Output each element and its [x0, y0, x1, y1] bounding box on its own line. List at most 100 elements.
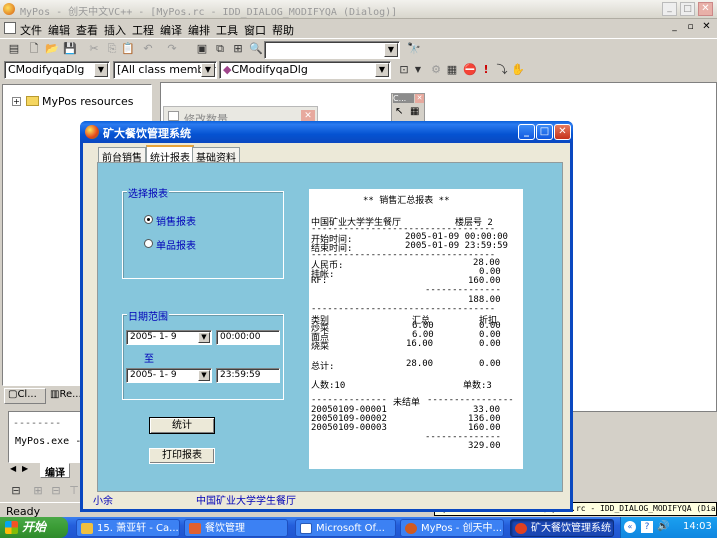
report-bill-no: 20050109-00003	[311, 423, 387, 433]
chevron-down-icon[interactable]: ▼	[198, 370, 210, 381]
chevron-down-icon[interactable]: ▼	[384, 43, 398, 57]
chevron-down-icon[interactable]: ▼	[201, 63, 215, 77]
app-window: 矿大餐饮管理系统 _ □ ✕ 前台销售 统计报表 基础资料 选择报表 销售报表 …	[80, 121, 573, 512]
align-right-icon[interactable]: ⊟	[46, 482, 66, 500]
date-range-label: 日期范围	[127, 308, 169, 323]
report-row-cat: 烧菜	[311, 342, 330, 352]
close-button[interactable]: ✕	[554, 124, 571, 140]
tab-base-data[interactable]: 基础资料	[192, 147, 240, 164]
menu-tools[interactable]: 工具	[216, 22, 238, 38]
to-label: 至	[144, 354, 154, 365]
tab-front-sales[interactable]: 前台销售	[98, 147, 146, 164]
scroll-right-icon[interactable]: ▶	[22, 464, 28, 473]
time-from-field[interactable]: 00:00:00	[216, 330, 280, 345]
report-total-disc: 0.00	[479, 359, 501, 369]
picture-icon[interactable]: ▦	[410, 106, 419, 117]
radio-item[interactable]	[144, 239, 153, 248]
select-report-group: 选择报表 销售报表 单品报表	[122, 185, 284, 279]
radio-sales[interactable]	[144, 215, 153, 224]
menu-help[interactable]: 帮助	[272, 22, 294, 38]
mdi-restore-button[interactable]: ▫	[684, 22, 697, 34]
undo-icon[interactable]: ↶	[138, 40, 158, 58]
build-icon[interactable]: ▦	[442, 61, 462, 79]
mdi-minimize-button[interactable]: _	[668, 22, 681, 34]
paste-icon[interactable]: 📋	[118, 40, 138, 58]
tab-build[interactable]: 编译	[40, 463, 70, 479]
redo-icon[interactable]: ↷	[162, 40, 182, 58]
report-preview: ** 销售汇总报表 ** 中国矿业大学学生餐厅 楼层号 2 ----------…	[309, 189, 523, 469]
menu-window[interactable]: 窗口	[244, 22, 266, 38]
find-binoculars-icon[interactable]: 🔭	[404, 40, 424, 58]
maximize-button[interactable]: □	[536, 124, 553, 140]
report-rf-label: RF:	[311, 276, 328, 286]
find-in-files-icon[interactable]: ⧉	[210, 40, 230, 58]
task-catering[interactable]: 餐饮管理	[184, 519, 288, 537]
chevron-down-icon[interactable]: ▼	[375, 63, 389, 77]
close-icon[interactable]: ✕	[415, 94, 424, 103]
function-combo[interactable]: ◆CModifyqaDlg ▼	[219, 61, 391, 79]
report-row-total: 16.00	[406, 339, 434, 349]
tray-expand-icon[interactable]: «	[624, 521, 636, 533]
radio-item-label[interactable]: 单品报表	[156, 237, 196, 252]
start-button[interactable]: 开始	[0, 517, 68, 538]
output-icon[interactable]: ⊞	[228, 40, 248, 58]
menu-file[interactable]: 文件	[20, 22, 42, 38]
app-icon	[3, 3, 15, 15]
window-list-icon[interactable]: ▣	[192, 40, 212, 58]
minimize-button[interactable]: _	[662, 2, 677, 16]
report-unsettled: 未结单	[393, 398, 421, 408]
tab-classview[interactable]: ▢Cl...	[4, 388, 46, 404]
chevron-down-icon[interactable]: ▼	[198, 332, 210, 343]
volume-icon[interactable]: 🔊	[657, 521, 669, 532]
open-folder-icon[interactable]: 📂	[42, 40, 62, 58]
pointer-icon[interactable]: ↖	[395, 106, 403, 117]
align-left-icon[interactable]: ⊞	[28, 482, 48, 500]
menu-build[interactable]: 编译	[160, 22, 182, 38]
menu-view[interactable]: 查看	[76, 22, 98, 38]
tree-root[interactable]: MyPos resources	[42, 95, 134, 108]
word-icon	[300, 523, 312, 534]
cut-icon[interactable]: ✂	[84, 40, 104, 58]
minimize-button[interactable]: _	[518, 124, 535, 140]
menu-layout[interactable]: 编排	[188, 22, 210, 38]
expand-tree-icon[interactable]: +	[12, 97, 21, 106]
workspace-icon[interactable]: ▤	[4, 40, 24, 58]
scroll-left-icon[interactable]: ◀	[10, 464, 16, 473]
restore-button[interactable]: □	[680, 2, 695, 16]
save-icon[interactable]: 💾	[60, 40, 80, 58]
task-word[interactable]: Microsoft Of...	[295, 519, 396, 537]
footer-user: 小余	[93, 496, 113, 507]
report-orders: 单数:3	[463, 381, 492, 391]
close-button[interactable]: ✕	[698, 2, 713, 16]
menu-project[interactable]: 工程	[132, 22, 154, 38]
menu-insert[interactable]: 插入	[104, 22, 126, 38]
date-from-picker[interactable]: 2005- 1- 9 ▼	[126, 330, 212, 345]
report-bills-total: 329.00	[468, 441, 501, 451]
report-total-value: 28.00	[406, 359, 434, 369]
date-to-picker[interactable]: 2005- 1- 9 ▼	[126, 368, 212, 383]
mdi-close-button[interactable]: ✕	[700, 21, 713, 33]
members-combo[interactable]: [All class members] ▼	[113, 61, 217, 79]
tab-reports[interactable]: 统计报表	[146, 145, 194, 164]
chevron-down-icon[interactable]: ▼	[94, 63, 108, 77]
search-icon[interactable]: 🔍	[246, 40, 266, 58]
help-icon[interactable]: ?	[641, 521, 653, 533]
breakpoint-icon[interactable]: ✋	[508, 61, 528, 79]
task-app-active[interactable]: 矿大餐饮管理系统	[510, 519, 614, 537]
time-to-field[interactable]: 23:59:59	[216, 368, 280, 383]
footer-org: 中国矿业大学学生餐厅	[196, 496, 296, 507]
app-titlebar: 矿大餐饮管理系统 _ □ ✕	[80, 121, 573, 143]
radio-sales-label[interactable]: 销售报表	[156, 213, 196, 228]
menu-bar: 文件 编辑 查看 插入 工程 编译 编排 工具 窗口 帮助 _ ▫ ✕	[0, 20, 717, 37]
windows-logo-icon	[5, 521, 18, 534]
align-icon[interactable]: ⊟	[6, 482, 26, 500]
stats-button[interactable]: 统计	[149, 417, 215, 434]
task-music[interactable]: 15. 萧亚轩 - Ca...	[76, 519, 180, 537]
class-combo[interactable]: CModifyqaDlg ▼	[4, 61, 110, 79]
task-vc[interactable]: MyPos - 创天中...	[400, 519, 504, 537]
find-combo[interactable]: ▼	[264, 41, 400, 59]
new-file-icon[interactable]: 🗋	[24, 40, 44, 58]
print-report-button[interactable]: 打印报表	[149, 448, 215, 464]
menu-edit[interactable]: 编辑	[48, 22, 70, 38]
wizard-dropdown-icon[interactable]: ▼	[408, 61, 428, 79]
